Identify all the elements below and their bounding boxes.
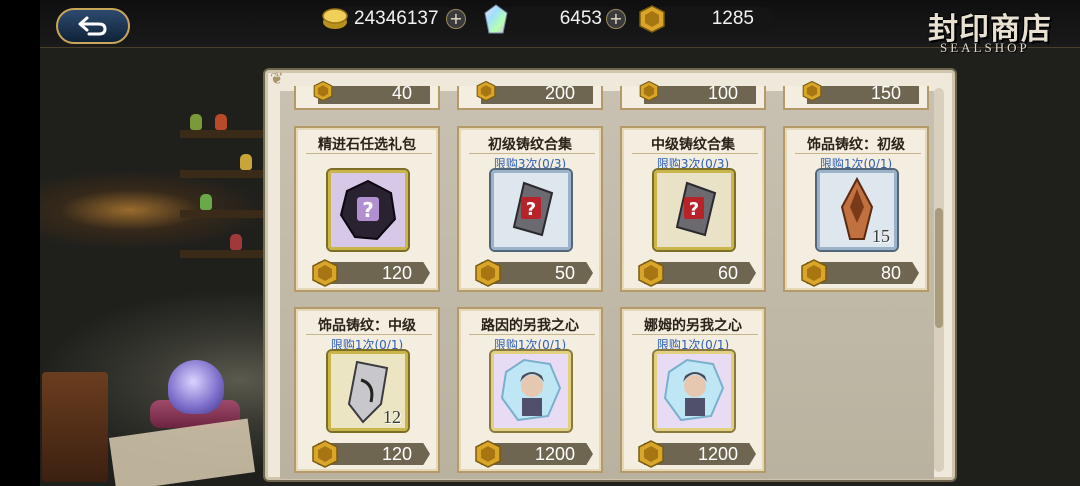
price-token-icon [636, 258, 666, 288]
divider [469, 153, 595, 154]
divider [632, 334, 758, 335]
seal-token-icon [638, 259, 664, 287]
item-price: 120 [381, 444, 412, 464]
svg-text:?: ? [526, 199, 536, 220]
shop-item-card-partial[interactable]: 100 [620, 80, 766, 110]
add-gold-button[interactable]: + [446, 9, 466, 29]
potion-bottle [215, 114, 227, 130]
item-price: 1200 [534, 444, 575, 464]
potion-bottle [190, 114, 202, 130]
item-price: 40 [391, 83, 412, 103]
potion-bottle [230, 234, 242, 250]
gold-amount: 24346137 [354, 8, 439, 29]
scroll-thumb[interactable] [935, 208, 943, 328]
seal-token-icon [475, 440, 501, 468]
item-name: 初级铸纹合集 [488, 137, 572, 153]
seal-token-icon [802, 80, 822, 102]
item-price: 150 [870, 83, 901, 103]
seal-token-icon [475, 259, 501, 287]
item-price: 120 [381, 263, 412, 283]
shop-subtitle: SEALSHOP [940, 40, 1030, 55]
item-icon-frame[interactable]: ? [654, 170, 734, 250]
item-name: 饰品铸纹：中级 [318, 318, 416, 334]
divider [632, 153, 758, 154]
price-token-icon [310, 80, 336, 102]
price-token-icon [636, 80, 662, 102]
item-icon-frame[interactable] [491, 351, 571, 431]
item-icon-frame[interactable]: 15 [817, 170, 897, 250]
add-crystal-button[interactable]: + [606, 9, 626, 29]
price-token-icon [799, 258, 829, 288]
divider [306, 334, 432, 335]
seal-token-icon [639, 80, 659, 102]
shop-item-card[interactable]: 中级铸纹合集 限购3次(0/3)? 60 [620, 126, 766, 292]
item-price: 1200 [697, 444, 738, 464]
crystal-heart-portrait-icon [657, 354, 731, 432]
seal-token-icon [312, 440, 338, 468]
item-icon-frame[interactable]: ? [491, 170, 571, 250]
shop-scrollbar[interactable] [934, 88, 944, 472]
item-quantity: 12 [383, 407, 401, 427]
item-price: 80 [880, 263, 901, 283]
rainbow-crystal-icon [484, 4, 508, 34]
token-amount: 1285 [711, 8, 754, 29]
divider [795, 153, 921, 154]
crystal-amount: 6453 [559, 8, 602, 29]
item-price: 100 [707, 83, 738, 103]
item-price: 50 [554, 263, 575, 283]
price-token-icon [473, 439, 503, 469]
svg-text:?: ? [689, 199, 699, 220]
item-name: 娜姆的另我之心 [644, 318, 742, 334]
item-quantity: 15 [872, 226, 890, 246]
back-arrow-icon [78, 16, 107, 36]
shop-item-card[interactable]: 初级铸纹合集 限购3次(0/3)? 50 [457, 126, 603, 292]
mystery-rune-red-icon: ? [494, 173, 568, 251]
shop-item-card-partial[interactable]: 200 [457, 80, 603, 110]
price-token-icon [310, 258, 340, 288]
ornament-icon: ❦ [270, 69, 284, 88]
mystery-rune-silver-icon: ? [657, 173, 731, 251]
price-token-icon [473, 258, 503, 288]
seal-token-icon [312, 259, 338, 287]
potion-bottle [240, 154, 252, 170]
item-icon-frame[interactable]: 12 [328, 351, 408, 431]
seal-token-icon [476, 80, 496, 102]
back-button[interactable] [56, 8, 130, 44]
token-counter: 1285 [650, 7, 774, 31]
gold-coin-icon [322, 8, 348, 29]
crystal-heart-portrait-icon [494, 354, 568, 432]
seal-token-icon [313, 80, 333, 102]
svg-text:?: ? [362, 198, 374, 222]
potion-bottle [200, 194, 212, 210]
item-name: 中级铸纹合集 [651, 137, 735, 153]
item-name: 路因的另我之心 [481, 318, 579, 334]
mystery-dark-stone-icon: ? [331, 173, 405, 251]
item-icon-frame[interactable]: ? [328, 170, 408, 250]
shop-item-card[interactable]: 路因的另我之心 限购1次(0/1) 1200 [457, 307, 603, 473]
shop-item-card-partial[interactable]: 150 [783, 80, 929, 110]
purple-potion-flask [168, 360, 224, 414]
divider [469, 334, 595, 335]
item-icon-frame[interactable] [654, 351, 734, 431]
price-token-icon [310, 439, 340, 469]
seal-token-icon [801, 259, 827, 287]
price-token-icon [636, 439, 666, 469]
shop-item-card[interactable]: 饰品铸纹：初级 限购1次(0/1) 15 80 [783, 126, 929, 292]
price-token-icon [799, 80, 825, 102]
shop-item-card[interactable]: 精进石任选礼包? 120 [294, 126, 440, 292]
test-tube-rack [42, 372, 108, 482]
item-name: 精进石任选礼包 [318, 137, 416, 153]
item-name: 饰品铸纹：初级 [807, 137, 905, 153]
shop-item-card[interactable]: 饰品铸纹：中级 限购1次(0/1) 12 120 [294, 307, 440, 473]
shop-item-card-partial[interactable]: 40 [294, 80, 440, 110]
seal-token-icon [639, 5, 665, 33]
divider [306, 153, 432, 154]
item-price: 200 [544, 83, 575, 103]
item-price: 60 [717, 263, 738, 283]
left-letterbox [0, 0, 40, 486]
price-token-icon [473, 80, 499, 102]
seal-token-icon [638, 440, 664, 468]
shop-item-card[interactable]: 娜姆的另我之心 限购1次(0/1) 1200 [620, 307, 766, 473]
